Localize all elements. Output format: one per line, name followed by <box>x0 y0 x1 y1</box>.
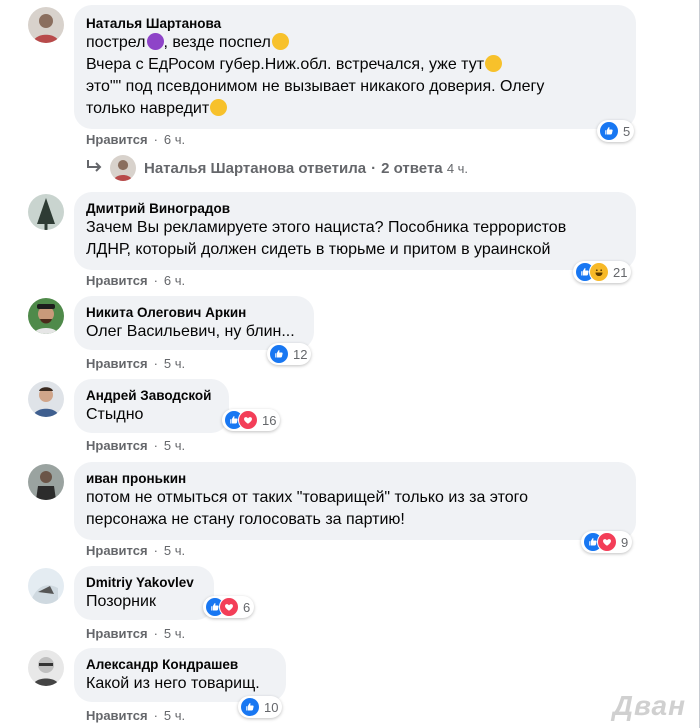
reaction-count: 9 <box>621 534 629 550</box>
reaction-summary[interactable]: 21 <box>573 261 632 283</box>
reaction-summary[interactable]: 9 <box>581 531 633 553</box>
sad-emoji-icon <box>271 33 289 50</box>
reply-author: Наталья Шартанова <box>144 159 295 177</box>
comment-author[interactable]: Dmitriy Yakovlev <box>86 574 202 591</box>
comment-line: Стыдно <box>86 406 144 423</box>
comment-author[interactable]: Наталья Шартанова <box>86 15 624 32</box>
avatar[interactable] <box>28 650 64 686</box>
comment-bubble: Дмитрий Виноградов Зачем Вы рекламируете… <box>74 192 636 270</box>
comment-text: потом не отмыться от таких "товарищей" т… <box>86 487 624 531</box>
like-reaction-icon <box>269 344 289 364</box>
avatar[interactable] <box>28 194 64 230</box>
love-reaction-icon <box>597 532 617 552</box>
like-button[interactable]: Нравится <box>86 708 148 723</box>
comment-line: потом не отмыться от таких "товарищей" т… <box>86 489 529 506</box>
comment-time[interactable]: 5 ч. <box>164 626 185 641</box>
watermark-logo: Дван <box>612 690 686 721</box>
reaction-summary[interactable]: 16 <box>222 409 281 431</box>
love-reaction-icon <box>238 410 258 430</box>
comment-line: ЛДНР, который должен сидеть в тюрьме и п… <box>86 241 551 258</box>
comment-line: Какой из него товарищ. <box>86 675 260 692</box>
like-reaction-icon <box>240 697 260 717</box>
comment-time[interactable]: 5 ч. <box>164 543 185 558</box>
like-button[interactable]: Нравится <box>86 356 148 371</box>
comment-line: Вчера с ЕдРосом губер.Ниж.обл. встречалс… <box>86 56 485 73</box>
avatar[interactable] <box>28 298 64 334</box>
like-button[interactable]: Нравится <box>86 543 148 558</box>
comment-author[interactable]: Андрей Заводской <box>86 387 217 404</box>
comment-time[interactable]: 5 ч. <box>164 708 185 723</box>
reaction-count: 21 <box>613 264 628 280</box>
comment-line: пострел <box>86 34 146 51</box>
comment-bubble: Александр Кондрашев Какой из него товари… <box>74 648 286 702</box>
reaction-summary[interactable]: 12 <box>267 343 312 365</box>
comment-actions: Нравится · 5 ч. <box>86 708 186 723</box>
like-button[interactable]: Нравится <box>86 626 148 641</box>
reaction-summary[interactable]: 5 <box>597 120 635 142</box>
comment-time[interactable]: 5 ч. <box>164 356 185 371</box>
comment-text: Стыдно <box>86 404 217 426</box>
reaction-summary[interactable]: 10 <box>238 696 283 718</box>
comment-bubble: иван пронькин потом не отмыться от таких… <box>74 462 636 540</box>
reaction-count: 16 <box>262 412 277 428</box>
comment-text: пострел , везде поспел Вчера с ЕдРосом гу… <box>86 32 624 120</box>
avatar <box>110 155 136 181</box>
reaction-count: 6 <box>243 599 251 615</box>
sad-emoji-icon <box>210 99 228 116</box>
comment-line: Позорник <box>86 593 156 610</box>
reply-count: 2 ответа <box>381 159 443 177</box>
comment-line: , везде поспел <box>163 34 271 51</box>
reply-time: 4 ч. <box>446 160 469 176</box>
like-reaction-icon <box>599 121 619 141</box>
like-button[interactable]: Нравится <box>86 132 148 147</box>
love-reaction-icon <box>219 597 239 617</box>
reaction-count: 12 <box>293 346 308 362</box>
comment-author[interactable]: иван пронькин <box>86 470 624 487</box>
avatar[interactable] <box>28 464 64 500</box>
comment-bubble: Наталья Шартанова пострел , везде поспел … <box>74 5 636 129</box>
devil-emoji-icon <box>146 33 164 50</box>
comment-actions: Нравится · 5 ч. <box>86 626 186 641</box>
comment-line: это"" под псевдонимом не вызывает никако… <box>86 78 545 95</box>
comment-line: только навредит <box>86 100 210 117</box>
comment-actions: Нравится · 5 ч. <box>86 543 186 558</box>
comment-actions: Нравится · 6 ч. <box>86 132 186 147</box>
avatar[interactable] <box>28 7 64 43</box>
haha-reaction-icon <box>589 262 609 282</box>
comment-bubble: Dmitriy Yakovlev Позорник <box>74 566 214 620</box>
comment-author[interactable]: Дмитрий Виноградов <box>86 200 624 217</box>
reaction-count: 10 <box>264 699 279 715</box>
comment-line: Зачем Вы рекламируете этого нациста? Пос… <box>86 219 567 236</box>
comment-actions: Нравится · 6 ч. <box>86 273 186 288</box>
reply-arrow-icon <box>86 159 106 177</box>
laughing-emoji-icon <box>485 55 503 72</box>
comment-author[interactable]: Александр Кондрашев <box>86 656 274 673</box>
comment-text: Олег Васильевич, ну блин... <box>86 321 302 343</box>
reaction-summary[interactable]: 6 <box>203 596 255 618</box>
comment-time[interactable]: 6 ч. <box>164 132 185 147</box>
comment-author[interactable]: Никита Олегович Аркин <box>86 304 302 321</box>
comment-actions: Нравится · 5 ч. <box>86 438 186 453</box>
like-button[interactable]: Нравится <box>86 438 148 453</box>
reply-verb: ответила <box>298 159 367 177</box>
comment-text: Зачем Вы рекламируете этого нациста? Пос… <box>86 217 624 261</box>
avatar[interactable] <box>28 381 64 417</box>
view-replies-link[interactable]: Наталья Шартанова ответила · 2 ответа 4 ч. <box>86 154 468 182</box>
comment-line: персонажа не стану голосовать за партию! <box>86 511 405 528</box>
comment-text: Какой из него товарищ. <box>86 673 274 695</box>
comment-time[interactable]: 6 ч. <box>164 273 185 288</box>
comment-bubble: Андрей Заводской Стыдно <box>74 379 229 433</box>
comment-bubble: Никита Олегович Аркин Олег Васильевич, н… <box>74 296 314 350</box>
comment-line: Олег Васильевич, ну блин... <box>86 323 295 340</box>
like-button[interactable]: Нравится <box>86 273 148 288</box>
reaction-count: 5 <box>623 123 631 139</box>
comment-text: Позорник <box>86 591 202 613</box>
comment-time[interactable]: 5 ч. <box>164 438 185 453</box>
comment-actions: Нравится · 5 ч. <box>86 356 186 371</box>
avatar[interactable] <box>28 568 64 604</box>
